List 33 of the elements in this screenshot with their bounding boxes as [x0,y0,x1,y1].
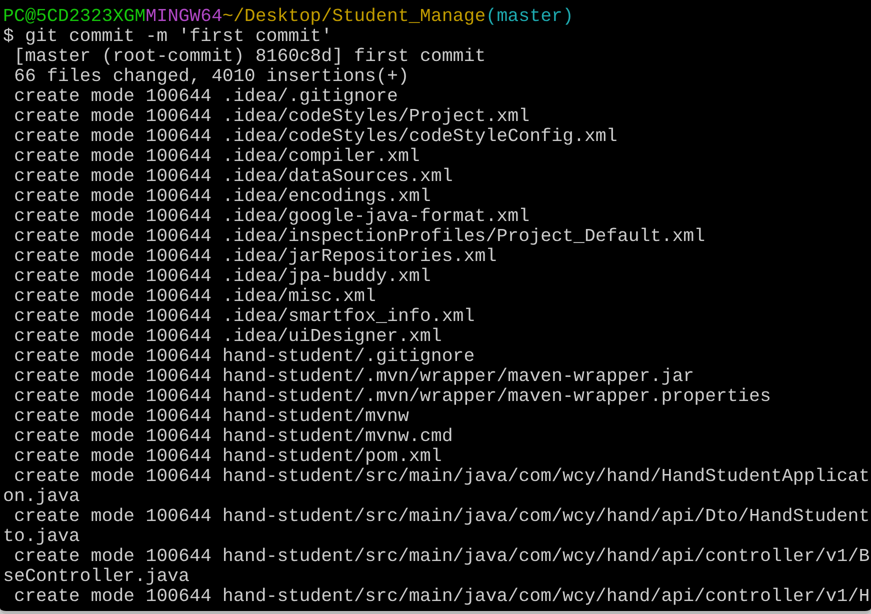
output-line: create mode 100644 hand-student/pom.xml [12,447,442,467]
output-line: create mode 100644 .idea/uiDesigner.xml [12,327,442,347]
output-line: create mode 100644 hand-student/.mvn/wrapper/maven-wrapper.properties [12,387,771,407]
system-name: MINGW64 [146,7,222,27]
output-line: create mode 100644 hand-student/.gitignore [12,347,475,367]
output-line: to.java [3,527,80,547]
output-line: create mode 100644 hand-student/mvnw.cmd [12,427,453,447]
output-line: [master (root-commit) 8160c8d] first commit [12,47,486,67]
output-line: create mode 100644 hand-student/.mvn/wrapper/maven-wrapper.jar [12,367,694,387]
output-line: create mode 100644 .idea/inspectionProfiles/Project_Default.xml [12,227,706,247]
output-line: create mode 100644 .idea/smartfox_info.xml [12,307,475,327]
user-host-text: PC@5CD2323XGM [3,7,146,27]
command-text: $ git commit -m 'first commit' [3,27,332,47]
output-line: create mode 100644 hand-student/src/main/java/com/wcy/hand/HandStudentApplicat [12,467,870,487]
output-line: 66 files changed, 4010 insertions(+) [12,67,409,87]
output-line: create mode 100644 hand-student/src/main/java/com/wcy/hand/api/controller/v1/H [12,587,870,607]
output-line: seController.java [3,567,190,587]
branch-text: (master) [486,7,574,27]
output-line: create mode 100644 .idea/.gitignore [12,87,398,107]
output-line: create mode 100644 .idea/codeStyles/Project.xml [12,107,530,127]
output-line: create mode 100644 hand-student/mvnw [12,407,409,427]
path-text: ~/Desktop/Student_Manage [222,7,486,27]
output-line: create mode 100644 .idea/encodings.xml [12,187,431,207]
output-line: create mode 100644 .idea/google-java-format.xml [12,207,530,227]
output-line: create mode 100644 .idea/codeStyles/codeStyleConfig.xml [12,127,618,147]
output-line: create mode 100644 .idea/jarRepositories.xml [12,247,497,267]
output-line: create mode 100644 .idea/compiler.xml [12,147,420,167]
output-line: create mode 100644 hand-student/src/main/java/com/wcy/hand/api/controller/v1/B [12,547,870,567]
output-line: create mode 100644 hand-student/src/main/java/com/wcy/hand/api/Dto/HandStudent [12,507,870,527]
output-line: create mode 100644 .idea/dataSources.xml [12,167,453,187]
output-line: create mode 100644 .idea/misc.xml [12,287,376,307]
output-line: on.java [3,487,80,507]
output-line: create mode 100644 .idea/jpa-buddy.xml [12,267,431,287]
